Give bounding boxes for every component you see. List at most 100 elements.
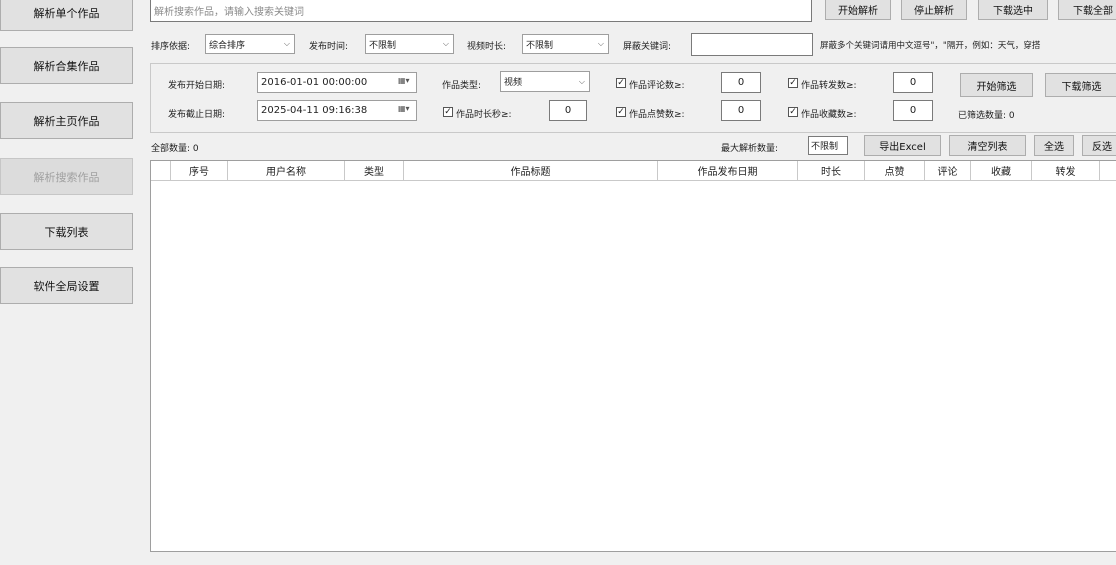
type-value: 视频 [504,78,523,88]
start-date-label: 发布开始日期: [168,81,226,91]
publish-time-value: 不限制 [369,40,397,51]
column-header-label: 转发 [1055,167,1076,178]
column-header-index[interactable]: 序号 [171,161,228,181]
download-selected-button[interactable]: 下载选中 [978,0,1048,20]
select-all-button[interactable]: 全选 [1034,135,1074,156]
comment-value: 0 [737,77,745,88]
duration-value: 0 [564,105,572,116]
export-excel-label: 导出Excel [879,142,926,153]
chevron-down-icon: ⌵ [597,39,604,48]
chevron-down-icon: ⌵ [578,76,585,86]
column-header-type[interactable]: 类型 [345,161,404,181]
column-header-comments[interactable]: 评论 [925,161,971,181]
sidebar-item-label: 解析主页作品 [33,114,100,128]
column-header-collects[interactable]: 收藏 [971,161,1032,181]
sidebar-item-label: 解析单个作品 [33,6,100,20]
download-filter-button[interactable]: 下载筛选 [1045,73,1116,97]
chevron-down-icon: ⌵ [283,39,290,48]
forward-checkbox[interactable]: ✓ [788,78,798,88]
sidebar-item-download-list[interactable]: 下载列表 [0,213,133,250]
start-date-picker[interactable]: 2016-01-01 00:00:00 ▦▾ [257,72,417,93]
sidebar-item-parse-single[interactable]: 解析单个作品 [0,0,133,31]
column-header-forwards[interactable]: 转发 [1032,161,1100,181]
column-header-label: 点赞 [884,167,905,178]
download-all-button[interactable]: 下载全部 [1058,0,1116,20]
calendar-icon[interactable]: ▦▾ [398,76,412,87]
duration-label: 作品时长秒≥: [456,110,512,120]
start-parse-label: 开始解析 [838,5,878,17]
block-keyword-hint: 屏蔽多个关键词请用中文逗号"，"隔开，例如：天气，穿搭 [820,41,1041,51]
select-all-label: 全选 [1044,142,1064,153]
block-keyword-input[interactable] [691,33,813,56]
like-value: 0 [737,105,745,116]
column-header-title[interactable]: 作品标题 [404,161,658,181]
sidebar-item-parse-homepage[interactable]: 解析主页作品 [0,102,133,139]
type-select[interactable]: 视频 ⌵ [500,71,590,92]
comment-label: 作品评论数≥: [629,81,685,91]
stop-parse-label: 停止解析 [914,5,954,17]
search-placeholder: 解析搜索作品，请输入搜索关键词 [154,6,304,18]
column-header-likes[interactable]: 点赞 [865,161,925,181]
results-table[interactable]: 序号 用户名称 类型 作品标题 作品发布日期 时长 点赞 评论 收藏 转发 [150,160,1116,552]
column-header-publish-date[interactable]: 作品发布日期 [658,161,798,181]
forward-label: 作品转发数≥: [801,81,857,91]
start-filter-label: 开始筛选 [976,81,1017,93]
end-date-label: 发布截止日期: [168,110,226,120]
sidebar-item-parse-collection[interactable]: 解析合集作品 [0,47,133,84]
clear-list-label: 清空列表 [967,142,1008,153]
video-duration-select[interactable]: 不限制 ⌵ [522,34,609,54]
collect-checkbox[interactable]: ✓ [788,107,798,117]
column-header-label: 收藏 [991,167,1011,178]
column-header-label: 评论 [937,167,958,178]
like-label: 作品点赞数≥: [629,110,685,120]
sort-value: 综合排序 [209,40,246,51]
end-date-value: 2025-04-11 09:16:38 [261,105,368,116]
comment-input[interactable]: 0 [721,72,761,93]
like-checkbox[interactable]: ✓ [616,107,626,117]
start-parse-button[interactable]: 开始解析 [825,0,891,20]
column-header-label: 作品发布日期 [697,167,758,178]
filtered-count: 已筛选数量: 0 [958,111,1015,121]
sidebar-item-parse-search[interactable]: 解析搜索作品 [0,158,133,195]
calendar-icon[interactable]: ▦▾ [398,104,412,115]
column-header-label: 序号 [189,167,209,178]
video-duration-value: 不限制 [526,40,554,51]
block-keyword-label: 屏蔽关键词: [623,42,672,52]
invert-selection-button[interactable]: 反选 [1082,135,1116,156]
collect-input[interactable]: 0 [893,100,933,121]
forward-value: 0 [909,77,917,88]
video-duration-label: 视频时长: [467,42,507,52]
invert-selection-label: 反选 [1092,142,1112,153]
export-excel-button[interactable]: 导出Excel [864,135,941,156]
start-date-value: 2016-01-01 00:00:00 [261,77,368,88]
column-header-select[interactable] [151,161,171,181]
sidebar-item-label: 下载列表 [44,225,89,239]
stop-parse-button[interactable]: 停止解析 [901,0,967,20]
duration-input[interactable]: 0 [549,100,587,121]
download-selected-label: 下载选中 [993,5,1033,17]
max-parse-input[interactable]: 不限制 [808,136,848,155]
sidebar-item-label: 软件全局设置 [33,279,100,293]
max-parse-label: 最大解析数量: [721,144,779,154]
sort-select[interactable]: 综合排序 ⌵ [205,34,295,54]
collect-value: 0 [909,105,917,116]
column-header-label: 用户名称 [266,167,306,178]
search-input[interactable]: 解析搜索作品，请输入搜索关键词 [150,0,812,22]
total-count: 全部数量: 0 [151,144,199,154]
duration-checkbox[interactable]: ✓ [443,107,453,117]
type-label: 作品类型: [442,81,482,91]
publish-time-select[interactable]: 不限制 ⌵ [365,34,454,54]
sidebar-item-global-settings[interactable]: 软件全局设置 [0,267,133,304]
clear-list-button[interactable]: 清空列表 [949,135,1026,156]
chevron-down-icon: ⌵ [442,39,449,48]
max-parse-value: 不限制 [811,142,839,152]
start-filter-button[interactable]: 开始筛选 [960,73,1033,97]
collect-label: 作品收藏数≥: [801,110,857,120]
like-input[interactable]: 0 [721,100,761,121]
download-all-label: 下载全部 [1073,5,1113,17]
comment-checkbox[interactable]: ✓ [616,78,626,88]
forward-input[interactable]: 0 [893,72,933,93]
column-header-duration[interactable]: 时长 [798,161,865,181]
end-date-picker[interactable]: 2025-04-11 09:16:38 ▦▾ [257,100,417,121]
column-header-username[interactable]: 用户名称 [228,161,345,181]
